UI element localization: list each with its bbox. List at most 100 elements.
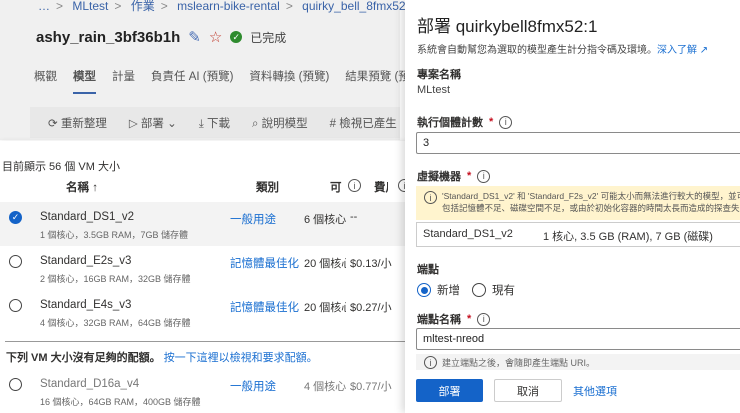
radio-icon[interactable] xyxy=(9,255,22,268)
deploy-menu-button[interactable]: ▷ 部署 ⌄ xyxy=(129,115,177,131)
view-generated-label: 檢視已產生 xyxy=(339,117,397,130)
refresh-button[interactable]: ⟳ 重新整理 xyxy=(48,115,107,131)
instance-count-input[interactable]: 3 xyxy=(416,132,740,154)
vm-name: Standard_DS1_v2 xyxy=(40,211,134,223)
info-icon[interactable]: i xyxy=(477,312,491,326)
column-header-category[interactable]: 類別 xyxy=(256,179,279,195)
breadcrumb: … > MLtest > 作業 > mslearn-bike-rental > quir… xyxy=(38,0,432,13)
info-icon[interactable]: i xyxy=(477,169,491,183)
tab-responsible-ai[interactable]: 負責任 AI (預覽) xyxy=(151,68,233,94)
refresh-label: 重新整理 xyxy=(60,117,107,130)
zoom-icon: ⌕ xyxy=(252,117,262,130)
deploy-button[interactable]: 部署 xyxy=(416,379,483,402)
refresh-icon: ⟳ xyxy=(48,117,61,130)
vm-cores: 20 個核心 xyxy=(304,302,346,314)
edit-icon[interactable]: ✎ xyxy=(188,28,201,46)
vm-count-text: 目前顯示 56 個 VM 大小 xyxy=(2,161,120,173)
endpoint-note-text: 建立端點之後，會隨即產生端點 URI。 xyxy=(442,358,596,368)
vm-warning-banner: i 'Standard_DS1_v2' 和 'Standard_F2s_v2' … xyxy=(416,186,740,220)
toolbar: ⟳ 重新整理 ▷ 部署 ⌄ ⤓ 下載 ⌕ 說明模型 # 檢視已產生 xyxy=(30,107,400,138)
endpoint-radio-group: 新增 現有 xyxy=(417,282,515,298)
vm-select[interactable]: Standard_DS1_v2 1 核心, 3.5 GB (RAM), 7 GB … xyxy=(416,222,740,247)
required-marker: * xyxy=(467,170,472,182)
warning-info-icon: i xyxy=(424,191,437,204)
project-label: 專案名稱 xyxy=(417,69,461,81)
vm-size-dropdown: 目前顯示 56 個 VM 大小 名稱 ↑ 類別 可 i 費用 i ✓ Stand… xyxy=(0,141,412,413)
vm-select-value: Standard_DS1_v2 xyxy=(423,228,513,240)
endpoint-name-input[interactable]: mltest-nreod xyxy=(416,328,740,350)
deploy-panel: 部署 quirkybell8fmx52:1 系統會自動幫您為選取的模型產生計分指… xyxy=(405,0,740,413)
panel-footer: 部署 取消 其他選項 xyxy=(405,370,740,413)
background-page: … > MLtest > 作業 > mslearn-bike-rental > quir… xyxy=(0,0,432,140)
warning-line: 'Standard_DS1_v2' 和 'Standard_F2s_v2' 可能… xyxy=(442,191,740,201)
tab-bar: 概觀 模型 計量 負責任 AI (預覽) 資料轉換 (預覽) 結果預覽 (預覽) xyxy=(34,68,425,94)
tab-models[interactable]: 模型 xyxy=(73,68,96,94)
vm-row[interactable]: Standard_D16a_v4 16 個核心，64GB RAM，400GB 儲… xyxy=(0,369,410,413)
radio-selected-icon[interactable]: ✓ xyxy=(9,211,22,224)
panel-description: 系統會自動幫您為選取的模型產生計分指令碼及環境。深入了解 ↗ xyxy=(417,41,708,56)
learn-more-link[interactable]: 深入了解 xyxy=(657,45,697,56)
page-title: ashy_rain_3bf36b1h xyxy=(36,28,181,46)
vm-category: 一般用途 xyxy=(230,214,276,226)
more-options-link[interactable]: 其他選項 xyxy=(573,379,617,402)
radio-icon[interactable] xyxy=(9,299,22,312)
info-icon[interactable]: i xyxy=(499,115,513,129)
radio-new-label[interactable]: 新增 xyxy=(437,282,460,298)
download-icon: ⤓ xyxy=(198,117,208,130)
endpoint-note: i 建立端點之後，會隨即產生端點 URI。 xyxy=(416,354,740,370)
vm-spec: 4 個核心，32GB RAM，64GB 儲存體 xyxy=(40,318,191,328)
column-header-available[interactable]: 可 xyxy=(330,179,342,195)
vm-select-spec: 1 核心, 3.5 GB (RAM), 7 GB (磁碟) xyxy=(543,231,713,243)
radio-existing[interactable] xyxy=(472,283,486,297)
endpoint-label: 端點 xyxy=(417,264,439,276)
radio-new[interactable] xyxy=(417,283,431,297)
vm-cores: 20 個核心 xyxy=(304,258,346,270)
vm-label-text: 虛擬機器 xyxy=(417,171,461,183)
cancel-button[interactable]: 取消 xyxy=(494,379,562,402)
star-icon[interactable]: ☆ xyxy=(209,28,222,46)
radio-icon[interactable] xyxy=(9,378,22,391)
download-label: 下載 xyxy=(207,117,231,130)
play-icon: ▷ xyxy=(128,117,141,130)
panel-title: 部署 quirkybell8fmx52:1 xyxy=(417,17,598,36)
info-icon[interactable]: i xyxy=(348,179,361,192)
vm-label: 虛擬機器 * i xyxy=(417,168,491,184)
vm-cost: $0.13/小時 xyxy=(350,258,392,270)
description-text: 系統會自動幫您為選取的模型產生計分指令碼及環境。 xyxy=(417,45,657,56)
download-button[interactable]: ⤓ 下載 xyxy=(199,115,230,131)
tab-metrics[interactable]: 計量 xyxy=(112,68,135,94)
vm-cost: $0.77/小時 xyxy=(350,381,392,393)
vm-row[interactable]: ✓ Standard_DS1_v2 1 個核心，3.5GB RAM，7GB 儲存… xyxy=(0,202,410,246)
breadcrumb-mltest[interactable]: MLtest xyxy=(72,0,108,13)
status-badge: 已完成 xyxy=(250,30,287,45)
column-header-name[interactable]: 名稱 ↑ xyxy=(66,179,98,195)
explain-label: 說明模型 xyxy=(261,117,308,130)
quota-message: 下列 VM 大小沒有足夠的配額。 按一下這裡以檢視和要求配額。 xyxy=(6,349,318,365)
vm-row[interactable]: Standard_E2s_v3 2 個核心，16GB RAM，32GB 儲存體 … xyxy=(0,246,410,290)
explain-model-button[interactable]: ⌕ 說明模型 xyxy=(252,115,308,131)
chevron-down-icon: ⌄ xyxy=(163,117,177,130)
endpoint-name-label-text: 端點名稱 xyxy=(417,314,461,326)
quota-link[interactable]: 按一下這裡以檢視和要求配額。 xyxy=(164,352,318,364)
warning-line: 包括記憶體不足、磁碟空間不足，或由於初始化容器的時間太長而造成的探查失敗 xyxy=(442,203,740,213)
radio-existing-label[interactable]: 現有 xyxy=(492,282,515,298)
instance-count-label: 執行個體計數 * i xyxy=(417,114,513,130)
column-header-cost[interactable]: 費用 xyxy=(374,179,388,195)
vm-name: Standard_E2s_v3 xyxy=(40,255,132,267)
run-title-row: ashy_rain_3bf36b1h ✎ ☆ ✓ 已完成 xyxy=(36,28,287,47)
vm-row[interactable]: Standard_E4s_v3 4 個核心，32GB RAM，64GB 儲存體 … xyxy=(0,290,410,334)
tab-data-transformation[interactable]: 資料轉換 (預覽) xyxy=(249,68,329,94)
vm-cost: -- xyxy=(350,211,358,223)
breadcrumb-more[interactable]: … xyxy=(38,0,50,13)
vm-spec: 2 個核心，16GB RAM，32GB 儲存體 xyxy=(40,274,191,284)
project-value: MLtest xyxy=(417,84,451,96)
tab-overview[interactable]: 概觀 xyxy=(34,68,57,94)
breadcrumb-jobs[interactable]: 作業 xyxy=(131,0,155,13)
quota-text: 下列 VM 大小沒有足夠的配額。 xyxy=(6,352,161,364)
vm-category: 記憶體最佳化 xyxy=(230,258,299,270)
breadcrumb-experiment[interactable]: mslearn-bike-rental xyxy=(177,0,280,13)
view-generated-button[interactable]: # 檢視已產生 xyxy=(330,115,397,131)
vm-spec: 1 個核心，3.5GB RAM，7GB 儲存體 xyxy=(40,230,189,240)
external-link-icon: ↗ xyxy=(697,45,709,56)
vm-cores: 4 個核心 xyxy=(304,381,346,393)
